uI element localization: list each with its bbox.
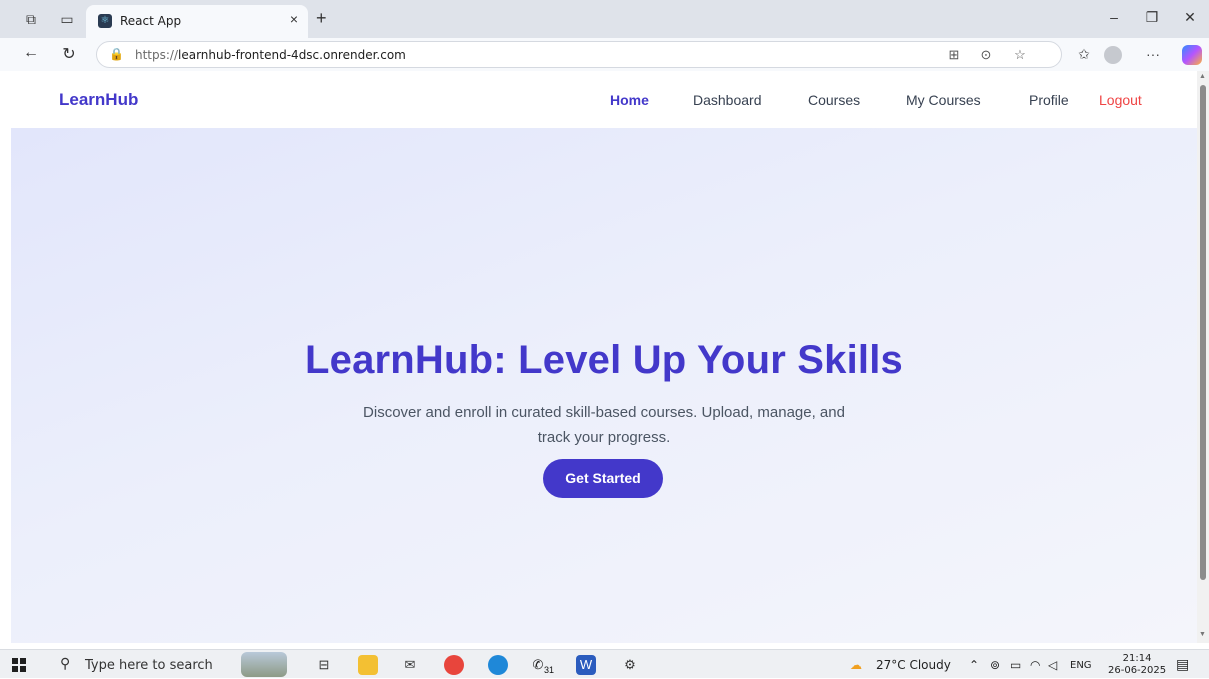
speaker-icon[interactable]: ◁ xyxy=(1048,658,1057,672)
task-view-icon[interactable]: ⊟ xyxy=(314,655,334,675)
language-indicator[interactable]: ENG xyxy=(1070,660,1092,671)
lock-icon[interactable]: 🔒 xyxy=(109,47,124,61)
chrome-icon[interactable] xyxy=(444,655,464,675)
favorite-star-icon[interactable]: ☆ xyxy=(1011,47,1029,63)
new-tab-button[interactable]: + xyxy=(316,8,327,29)
edge-icon[interactable] xyxy=(488,655,508,675)
clock-date: 26-06-2025 xyxy=(1108,665,1167,676)
more-icon[interactable]: ··· xyxy=(1142,46,1164,62)
browser-essentials-icon[interactable]: ⊙ xyxy=(977,47,995,63)
meet-now-icon[interactable]: ⊚ xyxy=(990,658,1000,672)
url-host: learnhub-frontend-4dsc.onrender.com xyxy=(178,48,406,62)
browser-toolbar: ← ↻ 🔒 https://learnhub-frontend-4dsc.onr… xyxy=(0,38,1209,71)
tab-title: React App xyxy=(120,14,182,28)
page-viewport: LearnHub Home Dashboard Courses My Cours… xyxy=(11,71,1197,643)
search-icon: ⚲ xyxy=(60,655,71,671)
restore-icon[interactable]: ❐ xyxy=(1142,9,1162,26)
nav-home[interactable]: Home xyxy=(610,92,649,108)
tab-close-icon[interactable]: × xyxy=(290,11,298,27)
favorites-icon[interactable]: ✩ xyxy=(1073,46,1095,63)
hero-subtitle: Discover and enroll in curated skill-bas… xyxy=(363,404,845,446)
file-explorer-icon[interactable] xyxy=(358,655,378,675)
windows-taskbar: ⚲ Type here to search ⊟ ✉ ✆ 31 W ⚙ ☁ 27°… xyxy=(0,649,1209,678)
hero-title: LearnHub: Level Up Your Skills xyxy=(305,338,903,382)
settings-gear-icon[interactable]: ⚙ xyxy=(620,655,640,675)
nav-courses[interactable]: Courses xyxy=(808,92,860,108)
workspaces-icon[interactable]: ⧉ xyxy=(22,10,40,28)
immersive-reader-icon[interactable]: ⊞ xyxy=(945,47,963,63)
scroll-down-icon[interactable]: ▼ xyxy=(1199,631,1206,638)
search-placeholder: Type here to search xyxy=(85,658,213,673)
start-button[interactable] xyxy=(12,658,26,672)
battery-icon[interactable]: ▭ xyxy=(1010,658,1021,672)
copilot-icon[interactable] xyxy=(1182,45,1202,65)
nav-logout[interactable]: Logout xyxy=(1099,92,1142,108)
app-header: LearnHub Home Dashboard Courses My Cours… xyxy=(11,71,1197,128)
back-icon[interactable]: ← xyxy=(20,44,42,62)
taskbar-clock[interactable]: 21:14 26-06-2025 xyxy=(1108,653,1166,677)
refresh-icon[interactable]: ↻ xyxy=(58,44,80,64)
scroll-up-icon[interactable]: ▲ xyxy=(1199,73,1206,80)
mail-icon[interactable]: ✉ xyxy=(400,655,420,675)
tab-actions-icon[interactable]: ▭ xyxy=(58,10,76,28)
scrollbar-thumb[interactable] xyxy=(1200,85,1206,580)
weather-text[interactable]: 27°C Cloudy xyxy=(876,658,951,672)
nav-my-courses[interactable]: My Courses xyxy=(906,92,981,108)
hero-section: LearnHub: Level Up Your Skills Discover … xyxy=(11,128,1197,643)
nav-dashboard[interactable]: Dashboard xyxy=(693,92,762,108)
chevron-up-icon[interactable]: ⌃ xyxy=(969,658,979,672)
clock-time: 21:14 xyxy=(1122,653,1152,664)
nav-profile[interactable]: Profile xyxy=(1029,92,1069,108)
notification-icon[interactable]: ▤ xyxy=(1176,656,1189,673)
weather-cloud-icon[interactable]: ☁ xyxy=(850,658,862,672)
brand-logo[interactable]: LearnHub xyxy=(59,90,138,110)
page-scrollbar[interactable]: ▲ ▼ xyxy=(1197,71,1209,643)
react-favicon-icon: ⚛ xyxy=(98,14,112,28)
browser-title-bar: ⧉ ▭ ⚛ React App × + – ❐ ✕ xyxy=(0,0,1209,38)
url-scheme: https:// xyxy=(135,48,179,62)
address-bar[interactable]: 🔒 https://learnhub-frontend-4dsc.onrende… xyxy=(96,41,1062,68)
url-text[interactable]: https://learnhub-frontend-4dsc.onrender.… xyxy=(135,48,406,62)
wifi-icon[interactable]: ◠ xyxy=(1030,658,1040,672)
minimize-icon[interactable]: – xyxy=(1104,9,1124,25)
search-highlight-image[interactable] xyxy=(241,652,287,677)
profile-avatar[interactable] xyxy=(1104,46,1122,64)
close-window-icon[interactable]: ✕ xyxy=(1180,9,1200,26)
taskbar-search[interactable]: ⚲ Type here to search xyxy=(48,650,234,679)
get-started-button[interactable]: Get Started xyxy=(543,459,663,498)
whatsapp-badge: 31 xyxy=(544,665,555,675)
browser-tab[interactable]: ⚛ React App × xyxy=(86,5,308,38)
word-icon[interactable]: W xyxy=(576,655,596,675)
